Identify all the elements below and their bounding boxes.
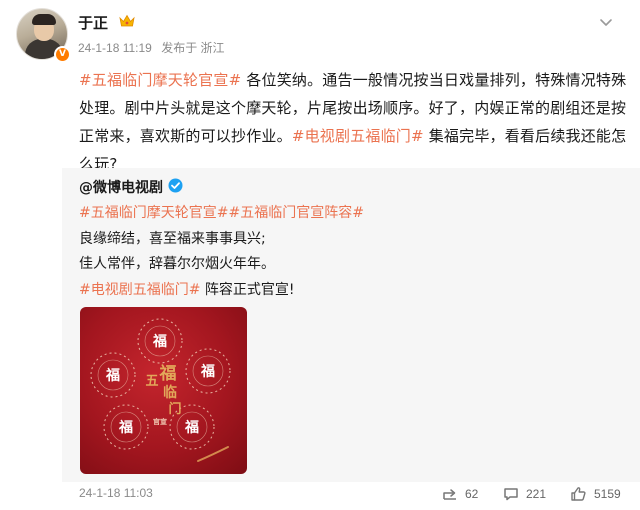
chevron-down-icon[interactable]	[598, 14, 614, 30]
post-meta: 24-1-18 11:19 发布于 浙江	[78, 39, 231, 56]
verified-icon	[168, 178, 183, 193]
vip-badge-icon: V	[54, 46, 71, 63]
share-icon	[443, 489, 456, 500]
like-button[interactable]: 5159	[570, 483, 621, 505]
poster-title-3: 临	[163, 384, 177, 401]
topic-tag[interactable]: #五福临门摩天轮官宣#	[79, 71, 241, 89]
post-header: V 于正 24-1-18 11:19 发布于 浙江	[16, 8, 616, 64]
comment-button[interactable]: 221	[503, 483, 546, 505]
comment-count: 221	[526, 487, 547, 501]
repost-line-3: 佳人常伴，辞暮尔尔烟火年年。	[79, 256, 275, 272]
poster-title-4: 门	[168, 401, 181, 417]
repost-footer: 24-1-18 11:03 62 221 5159	[79, 482, 634, 510]
poster-fu-5: 福	[184, 419, 199, 436]
repost-time[interactable]: 24-1-18 11:03	[79, 486, 153, 500]
poster-title-1: 五	[145, 374, 158, 389]
like-icon	[571, 487, 586, 501]
repost-count: 62	[465, 487, 479, 501]
repost-author[interactable]: @微博电视剧	[79, 177, 163, 197]
topic-tag[interactable]: #电视剧五福临门#	[292, 127, 424, 145]
topic-tag[interactable]: #五福临门摩天轮官宣#	[79, 205, 228, 221]
avatar[interactable]: V	[16, 8, 72, 64]
repost-line-1: #五福临门摩天轮官宣##五福临门官宣阵容#	[79, 201, 629, 227]
post-text: #五福临门摩天轮官宣# 各位笑纳。通告一般情况按当日戏量排列，特殊情况特殊处理。…	[79, 66, 627, 178]
like-count: 5159	[594, 487, 621, 501]
poster-fu-1: 福	[152, 333, 167, 350]
poster-sub: 官宣	[153, 417, 167, 426]
topic-tag[interactable]: #五福临门官宣阵容#	[228, 205, 363, 221]
post-location: 发布于 浙江	[161, 41, 225, 55]
poster-image[interactable]: 福 福 福 福 福 五 福 临 门 官宣	[80, 307, 247, 474]
share-button[interactable]: 62	[442, 483, 478, 505]
author-name[interactable]: 于正	[78, 12, 108, 33]
repost-card[interactable]: @微博电视剧 #五福临门摩天轮官宣##五福临门官宣阵容# 良缘缔结，喜至福来事事…	[62, 168, 640, 482]
comment-icon	[504, 488, 518, 501]
poster-title-2: 福	[159, 363, 177, 384]
repost-line-4: #电视剧五福临门# 阵容正式官宣!	[79, 281, 295, 298]
poster-fu-2: 福	[105, 367, 120, 384]
poster-graphic: 福 福 福 福 福 五 福 临 门 官宣	[90, 318, 231, 462]
post-time[interactable]: 24-1-18 11:19	[78, 41, 152, 55]
poster-fu-4: 福	[118, 419, 133, 436]
repost-text: #五福临门摩天轮官宣##五福临门官宣阵容# 良缘缔结，喜至福来事事具兴; 佳人常…	[79, 201, 629, 303]
crown-icon	[119, 14, 135, 27]
repost-line-2: 良缘缔结，喜至福来事事具兴;	[79, 230, 266, 247]
poster-fu-3: 福	[200, 363, 215, 380]
topic-tag[interactable]: #电视剧五福临门#	[79, 282, 200, 298]
